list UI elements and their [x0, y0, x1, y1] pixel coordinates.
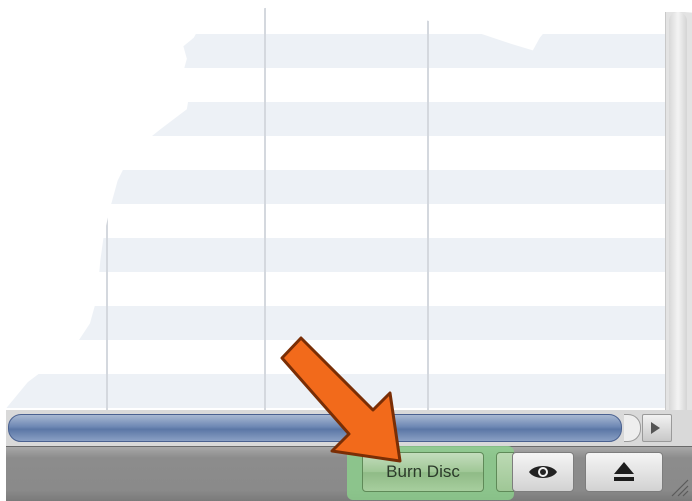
- arrow-right-icon: [651, 422, 660, 434]
- scroll-right-button[interactable]: [642, 414, 672, 442]
- horizontal-scroll-track-end: [624, 414, 641, 442]
- resize-grip-icon[interactable]: [668, 470, 690, 498]
- eject-icon: [614, 462, 634, 481]
- vertical-scrollbar[interactable]: [665, 12, 692, 420]
- annotation-arrow: [280, 336, 402, 463]
- app-window: Burn Disc: [0, 0, 692, 501]
- eject-button[interactable]: [585, 452, 663, 492]
- column-divider[interactable]: [427, 2, 429, 420]
- preview-button[interactable]: [512, 452, 574, 492]
- column-divider[interactable]: [264, 2, 266, 420]
- column-divider[interactable]: [106, 2, 108, 420]
- vertical-scroll-thumb[interactable]: [669, 12, 687, 420]
- eye-icon: [529, 466, 557, 478]
